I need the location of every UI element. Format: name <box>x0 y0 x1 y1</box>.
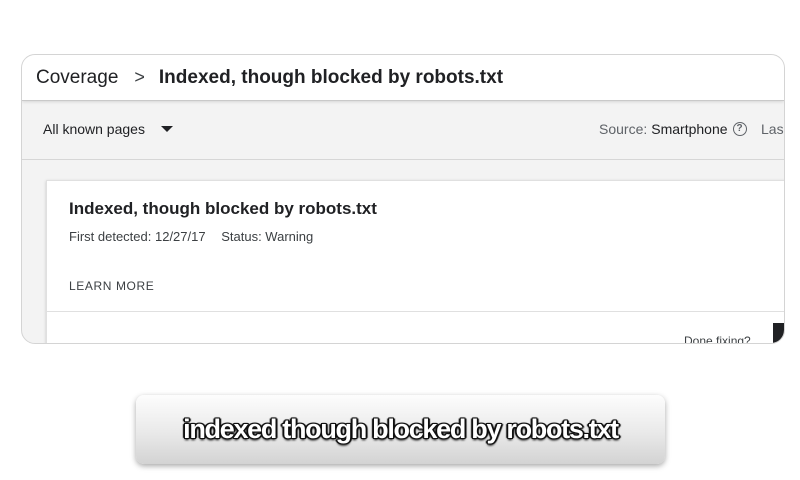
caption-banner: indexed though blocked by robots.txt <box>136 395 665 464</box>
done-fixing-label: Done fixing? <box>684 334 751 344</box>
learn-more-button[interactable]: LEARN MORE <box>69 279 154 293</box>
validate-fix-button-edge[interactable] <box>773 323 784 343</box>
issue-meta: First detected: 12/27/17 Status: Warning <box>69 229 313 244</box>
chevron-right-icon: > <box>134 67 145 87</box>
breadcrumb-coverage-link[interactable]: Coverage <box>36 67 118 89</box>
issue-details-panel: Indexed, though blocked by robots.txt Fi… <box>46 180 784 344</box>
last-updated-label: Las <box>761 121 784 137</box>
divider <box>47 311 784 312</box>
pages-filter-label: All known pages <box>43 121 145 137</box>
issue-title: Indexed, though blocked by robots.txt <box>69 199 377 218</box>
source-label: Source: <box>599 121 648 137</box>
breadcrumb: Coverage > Indexed, though blocked by ro… <box>22 55 784 101</box>
dropdown-arrow-icon <box>160 126 173 132</box>
first-detected-date: First detected: 12/27/17 <box>69 229 206 244</box>
toolbar: All known pages Source: Smartphone ? Las <box>22 101 784 160</box>
source-indicator: Source: Smartphone ? <box>599 121 747 137</box>
help-icon[interactable]: ? <box>732 122 747 136</box>
caption-text: indexed though blocked by robots.txt <box>183 414 619 444</box>
source-value: Smartphone <box>651 121 728 137</box>
page-title: Indexed, though blocked by robots.txt <box>158 66 504 88</box>
status-text: Status: Warning <box>221 229 314 244</box>
pages-filter-dropdown[interactable]: All known pages <box>43 121 173 137</box>
coverage-screenshot-card: Coverage > Indexed, though blocked by ro… <box>21 54 785 344</box>
